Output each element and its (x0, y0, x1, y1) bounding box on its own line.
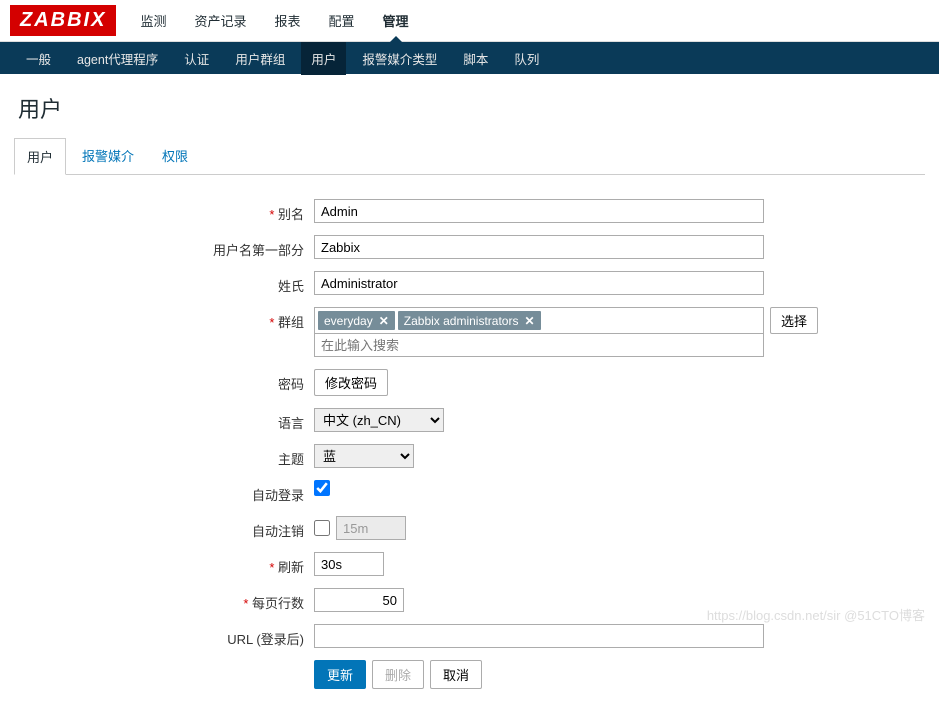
label-lang: 语言 (278, 416, 304, 431)
tab-perm[interactable]: 权限 (150, 138, 200, 174)
groups-search-input[interactable] (314, 333, 764, 357)
label-surname: 姓氏 (278, 279, 304, 294)
update-button[interactable]: 更新 (314, 660, 366, 689)
url-input[interactable] (314, 624, 764, 648)
nav-inventory[interactable]: 资产记录 (184, 0, 256, 42)
alias-input[interactable] (314, 199, 764, 223)
subnav-general[interactable]: 一般 (16, 42, 61, 75)
name-input[interactable] (314, 235, 764, 259)
subnav-mediatypes[interactable]: 报警媒介类型 (352, 42, 447, 75)
top-bar: ZABBIX 监测 资产记录 报表 配置 管理 (0, 0, 939, 42)
lang-select[interactable]: 中文 (zh_CN) (314, 408, 444, 432)
surname-input[interactable] (314, 271, 764, 295)
cancel-button[interactable]: 取消 (430, 660, 482, 689)
label-rows: 每页行数 (252, 596, 304, 611)
nav-admin[interactable]: 管理 (373, 0, 419, 42)
autologout-duration-input (336, 516, 406, 540)
tab-bar: 用户 报警媒介 权限 (14, 138, 925, 175)
user-form: * 别名 用户名第一部分 姓氏 * 群组 everyday✕ Zabbix ad… (0, 175, 939, 725)
subnav-auth[interactable]: 认证 (174, 42, 219, 75)
theme-select[interactable]: 蓝 (314, 444, 414, 468)
page-title: 用户 (0, 74, 939, 138)
label-groups: 群组 (278, 315, 304, 330)
tab-user[interactable]: 用户 (14, 138, 66, 175)
groups-multiselect[interactable]: everyday✕ Zabbix administrators✕ (314, 307, 764, 334)
rows-input[interactable] (314, 588, 404, 612)
nav-config[interactable]: 配置 (319, 0, 365, 42)
delete-button: 删除 (372, 660, 424, 689)
logo[interactable]: ZABBIX (10, 5, 116, 36)
group-chip: everyday✕ (318, 311, 395, 330)
refresh-input[interactable] (314, 552, 384, 576)
subnav-usergroups[interactable]: 用户群组 (225, 42, 295, 75)
label-theme: 主题 (278, 452, 304, 467)
autologin-checkbox[interactable] (314, 480, 330, 496)
change-password-button[interactable]: 修改密码 (314, 369, 388, 396)
sub-nav: 一般 agent代理程序 认证 用户群组 用户 报警媒介类型 脚本 队列 (0, 42, 939, 74)
label-alias: 别名 (278, 207, 304, 222)
subnav-scripts[interactable]: 脚本 (453, 42, 498, 75)
label-refresh: 刷新 (278, 560, 304, 575)
nav-report[interactable]: 报表 (264, 0, 310, 42)
subnav-proxy[interactable]: agent代理程序 (67, 42, 168, 75)
label-autologout: 自动注销 (252, 524, 304, 539)
subnav-queue[interactable]: 队列 (504, 42, 549, 75)
select-groups-button[interactable]: 选择 (770, 307, 818, 334)
group-chip: Zabbix administrators✕ (398, 311, 541, 330)
close-icon[interactable]: ✕ (524, 314, 534, 328)
label-password: 密码 (278, 377, 304, 392)
main-nav: 监测 资产记录 报表 配置 管理 (130, 0, 418, 42)
tab-media[interactable]: 报警媒介 (70, 138, 146, 174)
close-icon[interactable]: ✕ (379, 314, 389, 328)
nav-monitor[interactable]: 监测 (130, 0, 176, 42)
autologout-checkbox[interactable] (314, 520, 330, 536)
subnav-users[interactable]: 用户 (301, 42, 346, 75)
label-name: 用户名第一部分 (213, 243, 304, 258)
label-autologin: 自动登录 (252, 488, 304, 503)
